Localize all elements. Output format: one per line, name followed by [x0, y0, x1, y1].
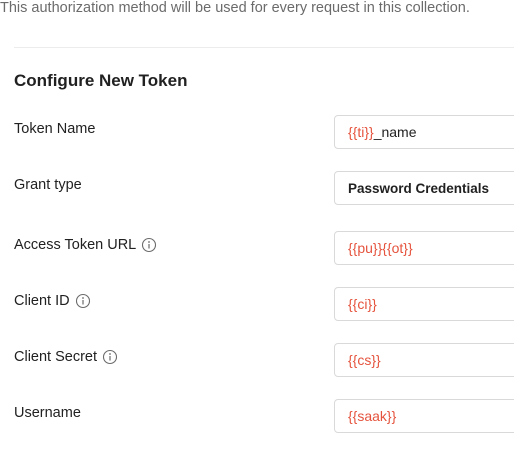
username-label-text: Username	[14, 405, 81, 421]
access-token-url-value: {{pu}}{{ot}}	[348, 240, 413, 256]
client-id-input[interactable]: {{ci}}	[334, 287, 514, 321]
access-token-url-label: Access Token URL	[14, 236, 157, 254]
grant-type-label-text: Grant type	[14, 177, 82, 193]
info-icon[interactable]	[102, 349, 118, 365]
username-label: Username	[14, 404, 81, 422]
divider	[14, 47, 514, 48]
client-id-label-text: Client ID	[14, 293, 70, 309]
token-name-suffix: _name	[373, 124, 417, 140]
client-secret-label: Client Secret	[14, 348, 118, 366]
access-token-url-input[interactable]: {{pu}}{{ot}}	[334, 231, 514, 265]
client-id-label: Client ID	[14, 292, 91, 310]
info-icon[interactable]	[75, 293, 91, 309]
client-secret-value: {{cs}}	[348, 352, 381, 368]
username-value: {{saak}}	[348, 408, 397, 424]
grant-type-value: Password Credentials	[348, 180, 490, 196]
grant-type-select[interactable]: Password Credentials	[334, 171, 514, 205]
token-name-label-text: Token Name	[14, 121, 96, 137]
client-secret-label-text: Client Secret	[14, 349, 98, 365]
username-input[interactable]: {{saak}}	[334, 399, 514, 433]
grant-type-label: Grant type	[14, 176, 82, 194]
token-name-label: Token Name	[14, 120, 95, 138]
client-id-value: {{ci}}	[348, 296, 377, 312]
token-name-input[interactable]: {{ti}} _name	[334, 115, 514, 149]
access-token-url-label-text: Access Token URL	[14, 237, 137, 253]
info-icon[interactable]	[141, 237, 157, 253]
auth-method-note: This authorization method will be used f…	[0, 0, 470, 16]
token-name-variable: {{ti}}	[348, 124, 374, 140]
client-secret-input[interactable]: {{cs}}	[334, 343, 514, 377]
section-title: Configure New Token	[14, 71, 188, 90]
